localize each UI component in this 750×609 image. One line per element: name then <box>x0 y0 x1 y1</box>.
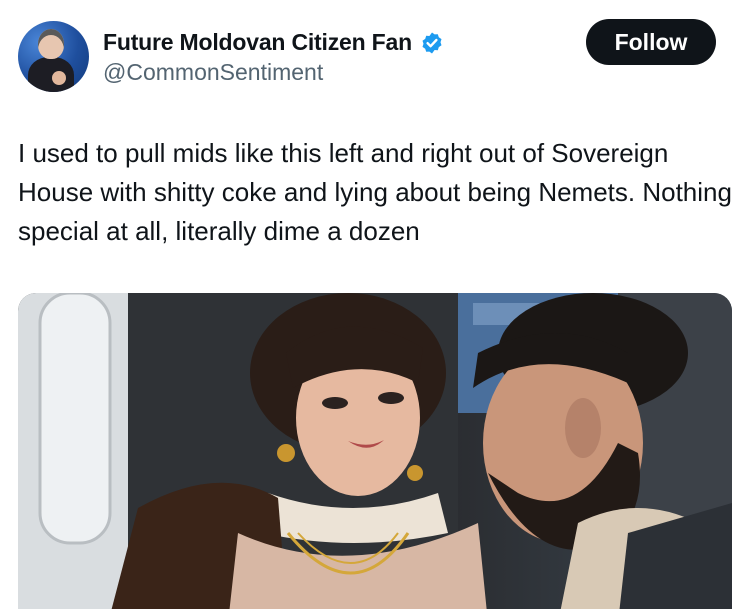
photo-illustration <box>18 293 732 609</box>
avatar[interactable] <box>18 21 89 92</box>
verified-badge-icon <box>420 31 444 55</box>
tweet-card: Future Moldovan Citizen Fan @CommonSenti… <box>0 0 750 609</box>
follow-button[interactable]: Follow <box>586 19 716 65</box>
author-handle[interactable]: @CommonSentiment <box>103 59 323 86</box>
avatar-hand <box>52 71 66 85</box>
tweet-media-photo[interactable] <box>18 293 732 609</box>
author-name-row: Future Moldovan Citizen Fan <box>103 29 444 56</box>
avatar-body <box>28 57 74 92</box>
avatar-head <box>38 29 64 59</box>
author-display-name[interactable]: Future Moldovan Citizen Fan <box>103 29 412 56</box>
tweet-text: I used to pull mids like this left and r… <box>18 138 732 246</box>
